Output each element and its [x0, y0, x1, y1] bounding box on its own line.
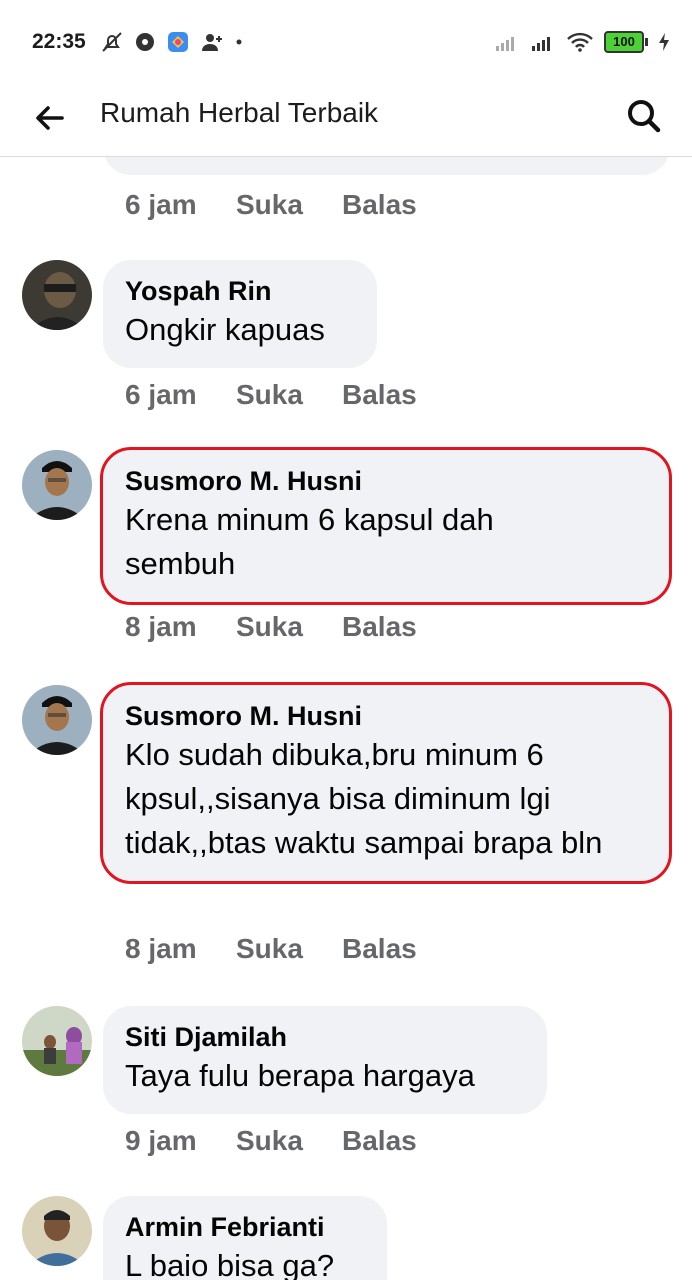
comment-bubble[interactable]: Yospah Rin Ongkir kapuas	[103, 260, 377, 368]
comment-actions: 8 jam Suka Balas	[125, 933, 417, 965]
comment-author[interactable]: Yospah Rin	[125, 274, 355, 308]
comment-bubble[interactable]	[103, 157, 670, 175]
comment-actions: 9 jam Suka Balas	[125, 1125, 417, 1157]
app-icon	[168, 32, 188, 52]
comment-time: 8 jam	[125, 611, 197, 642]
signal-icon	[496, 37, 514, 51]
avatar[interactable]	[22, 1006, 92, 1076]
comment-list[interactable]: 6 jam Suka Balas Yospah Rin Ongkir kapua…	[0, 157, 692, 1280]
reply-button[interactable]: Balas	[342, 933, 417, 965]
comment-text: Ongkir kapuas	[125, 312, 325, 347]
comment-time: 6 jam	[125, 379, 197, 410]
like-button[interactable]: Suka	[236, 379, 342, 411]
charging-icon	[659, 33, 669, 51]
comment-bubble[interactable]: Susmoro M. Husni Klo sudah dibuka,bru mi…	[100, 682, 672, 884]
comment-text: Klo sudah dibuka,bru minum 6 kpsul,,sisa…	[125, 737, 603, 860]
comment-bubble[interactable]: Siti Djamilah Taya fulu berapa hargaya	[103, 1006, 547, 1114]
back-button[interactable]	[28, 96, 72, 140]
avatar[interactable]	[22, 260, 92, 330]
comment-author[interactable]: Susmoro M. Husni	[125, 464, 647, 498]
search-icon	[628, 100, 661, 133]
comment-author[interactable]: Armin Febrianti	[125, 1210, 365, 1244]
like-button[interactable]: Suka	[236, 933, 342, 965]
notification-icons	[100, 28, 244, 56]
reply-button[interactable]: Balas	[342, 1125, 417, 1157]
reply-button[interactable]: Balas	[342, 611, 417, 643]
like-button[interactable]: Suka	[236, 189, 342, 221]
search-button[interactable]	[622, 94, 666, 138]
comment-text: Taya fulu berapa hargaya	[125, 1058, 475, 1093]
comment-author[interactable]: Susmoro M. Husni	[125, 699, 647, 733]
comment-author[interactable]: Siti Djamilah	[125, 1020, 525, 1054]
comment-text: Krena minum 6 kapsul dah sembuh	[125, 502, 494, 581]
like-button[interactable]: Suka	[236, 1125, 342, 1157]
reply-button[interactable]: Balas	[342, 379, 417, 411]
status-time: 22:35	[32, 30, 86, 53]
like-button[interactable]: Suka	[236, 611, 342, 643]
comment-bubble[interactable]: Armin Febrianti L baio bisa ga?	[103, 1196, 387, 1280]
comment-time: 6 jam	[125, 189, 197, 220]
status-bar: 22:35 100	[0, 0, 692, 84]
page-title: Rumah Herbal Terbaik	[100, 97, 379, 128]
avatar[interactable]	[22, 1196, 92, 1266]
comment-actions: 6 jam Suka Balas	[125, 189, 417, 221]
comment-actions: 6 jam Suka Balas	[125, 379, 417, 411]
app-bar: Rumah Herbal Terbaik	[0, 84, 692, 157]
mute-icon	[102, 32, 122, 52]
reply-button[interactable]: Balas	[342, 189, 417, 221]
comment-actions: 8 jam Suka Balas	[125, 611, 417, 643]
battery-icon: 100	[604, 31, 648, 53]
signal-icon	[532, 37, 550, 51]
comment-time: 8 jam	[125, 933, 197, 964]
avatar[interactable]	[22, 685, 92, 755]
add-user-icon	[202, 34, 222, 51]
comment-bubble[interactable]: Susmoro M. Husni Krena minum 6 kapsul da…	[100, 447, 672, 605]
dot-icon	[236, 39, 242, 45]
arrow-left-icon	[36, 106, 64, 130]
record-icon	[136, 33, 154, 51]
battery-level: 100	[613, 34, 635, 49]
comment-time: 9 jam	[125, 1125, 197, 1156]
wifi-icon	[567, 32, 593, 52]
comment-text: L baio bisa ga?	[125, 1248, 335, 1280]
avatar[interactable]	[22, 450, 92, 520]
system-icons: 100	[494, 28, 670, 56]
